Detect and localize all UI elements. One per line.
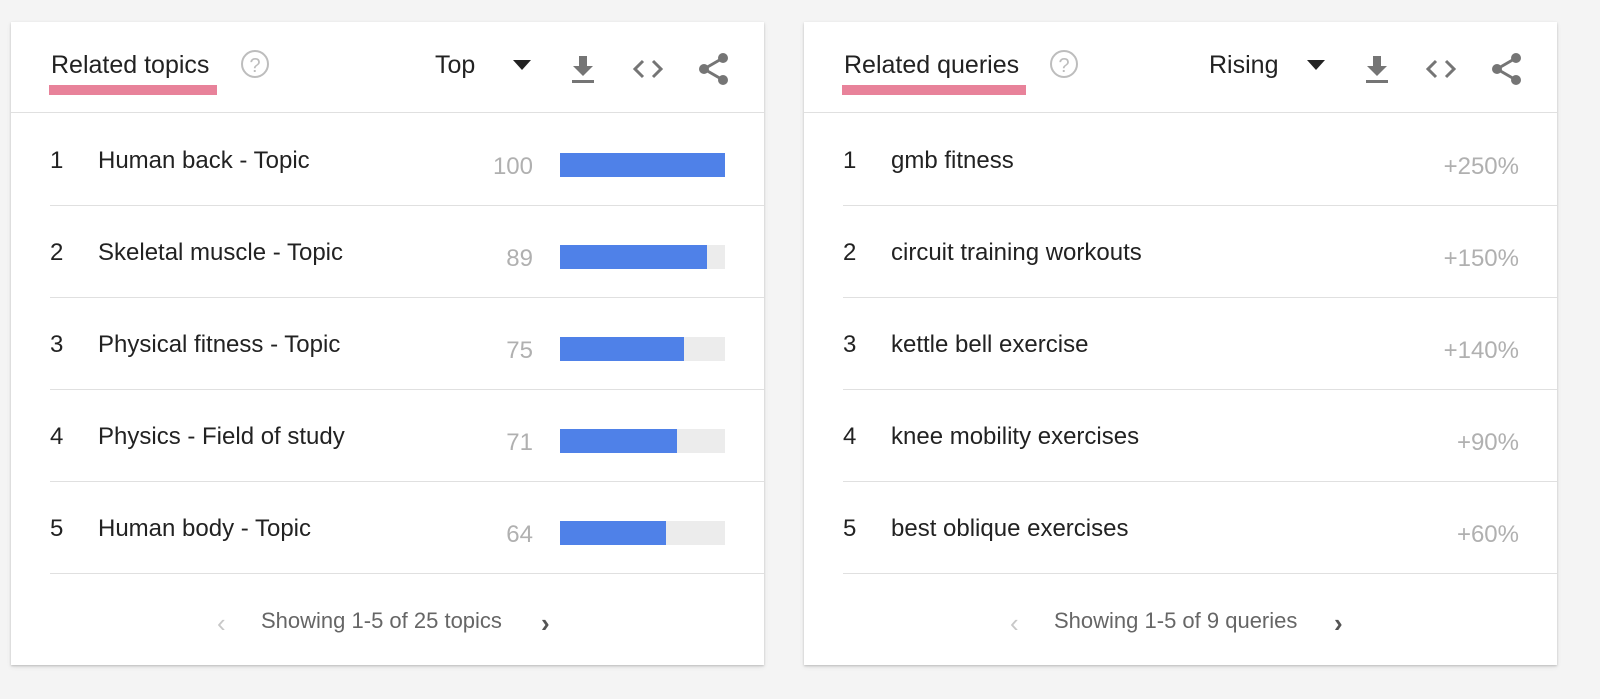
- card-header: Related topics ? Top: [11, 22, 764, 113]
- topic-label[interactable]: Physics - Field of study: [98, 423, 345, 451]
- download-icon[interactable]: [1360, 52, 1394, 86]
- prev-page-button[interactable]: ‹: [217, 608, 226, 639]
- value-bar: [560, 337, 725, 361]
- query-value: +150%: [1443, 245, 1519, 272]
- related-queries-card: Related queries ? Rising 1 gmb fitness +…: [804, 22, 1557, 665]
- rank: 4: [843, 423, 857, 450]
- query-label[interactable]: kettle bell exercise: [891, 331, 1088, 359]
- query-label[interactable]: best oblique exercises: [891, 515, 1128, 543]
- mode-select[interactable]: Rising: [1209, 51, 1278, 80]
- value-bar: [560, 521, 725, 545]
- query-value: +140%: [1443, 337, 1519, 364]
- title-highlight: [842, 85, 1026, 95]
- query-label[interactable]: knee mobility exercises: [891, 423, 1139, 451]
- card-title: Related queries: [844, 51, 1020, 79]
- value-bar: [560, 153, 725, 177]
- list-item[interactable]: 5 Human body - Topic 64: [50, 481, 764, 574]
- rank: 4: [50, 423, 64, 450]
- value-bar: [560, 429, 725, 453]
- share-icon[interactable]: [697, 52, 731, 86]
- share-icon[interactable]: [1490, 52, 1524, 86]
- topic-value: 64: [506, 521, 533, 548]
- list-item[interactable]: 2 circuit training workouts +150%: [843, 205, 1557, 298]
- embed-code-icon[interactable]: [631, 52, 665, 86]
- help-icon[interactable]: ?: [241, 50, 269, 78]
- dropdown-caret-icon[interactable]: [513, 60, 531, 70]
- rank: 1: [843, 147, 857, 174]
- embed-code-icon[interactable]: [1424, 52, 1458, 86]
- title-highlight: [49, 85, 217, 95]
- mode-select[interactable]: Top: [435, 51, 475, 80]
- list-item[interactable]: 2 Skeletal muscle - Topic 89: [50, 205, 764, 298]
- list-item[interactable]: 3 Physical fitness - Topic 75: [50, 297, 764, 390]
- next-page-button[interactable]: ›: [541, 608, 550, 639]
- value-bar: [560, 245, 725, 269]
- value-bar-fill: [560, 429, 678, 453]
- list-item[interactable]: 3 kettle bell exercise +140%: [843, 297, 1557, 390]
- rank: 2: [50, 239, 64, 266]
- dropdown-caret-icon[interactable]: [1307, 60, 1325, 70]
- next-page-button[interactable]: ›: [1334, 608, 1343, 639]
- topic-label[interactable]: Skeletal muscle - Topic: [98, 239, 343, 267]
- topic-label[interactable]: Human back - Topic: [98, 147, 310, 175]
- value-bar-fill: [560, 245, 707, 269]
- card-header: Related queries ? Rising: [804, 22, 1557, 113]
- pagination-text: Showing 1-5 of 9 queries: [1054, 608, 1298, 633]
- query-label[interactable]: circuit training workouts: [891, 239, 1142, 267]
- pagination-text: Showing 1-5 of 25 topics: [261, 608, 502, 633]
- topic-label[interactable]: Physical fitness - Topic: [98, 331, 340, 359]
- value-bar-fill: [560, 521, 666, 545]
- topic-value: 89: [506, 245, 533, 272]
- topic-value: 71: [506, 429, 533, 456]
- rank: 2: [843, 239, 857, 266]
- prev-page-button[interactable]: ‹: [1010, 608, 1019, 639]
- rank: 5: [50, 515, 64, 542]
- query-value: +60%: [1456, 521, 1519, 548]
- pagination: ‹ Showing 1-5 of 9 queries ›: [804, 582, 1557, 665]
- list-item[interactable]: 5 best oblique exercises +60%: [843, 481, 1557, 574]
- topic-value: 75: [506, 337, 533, 364]
- rank: 5: [843, 515, 857, 542]
- related-topics-card: Related topics ? Top 1 Human back - Topi…: [11, 22, 764, 665]
- query-value: +90%: [1456, 429, 1519, 456]
- card-title: Related topics: [51, 51, 210, 79]
- query-value: +250%: [1443, 153, 1519, 180]
- topic-label[interactable]: Human body - Topic: [98, 515, 311, 543]
- pagination: ‹ Showing 1-5 of 25 topics ›: [11, 582, 764, 665]
- rank: 3: [50, 331, 64, 358]
- query-label[interactable]: gmb fitness: [891, 147, 1014, 175]
- topic-value: 100: [492, 153, 533, 180]
- list-item[interactable]: 1 Human back - Topic 100: [50, 113, 764, 206]
- list-item[interactable]: 4 Physics - Field of study 71: [50, 389, 764, 482]
- rank: 1: [50, 147, 64, 174]
- list-item[interactable]: 1 gmb fitness +250%: [843, 113, 1557, 206]
- list-item[interactable]: 4 knee mobility exercises +90%: [843, 389, 1557, 482]
- help-icon[interactable]: ?: [1050, 50, 1078, 78]
- value-bar-fill: [560, 337, 684, 361]
- download-icon[interactable]: [566, 52, 600, 86]
- rank: 3: [843, 331, 857, 358]
- value-bar-fill: [560, 153, 725, 177]
